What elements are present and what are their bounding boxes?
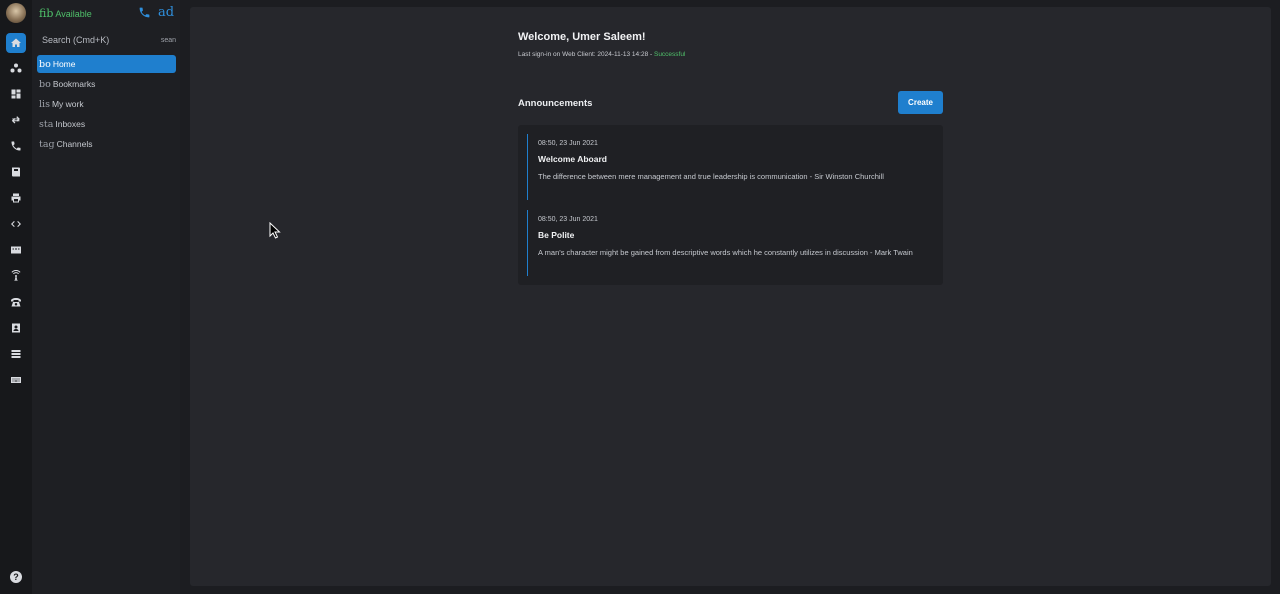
nav-item-label: Bookmarks <box>52 79 96 89</box>
storage-icon[interactable] <box>6 344 26 364</box>
nav-item-label: My work <box>51 99 84 109</box>
announcement-body: A man's character might be gained from d… <box>538 248 913 257</box>
signin-text: Last sign-in on Web Client: 2024-11-13 1… <box>518 51 654 58</box>
call-log-icon[interactable] <box>6 136 26 156</box>
code-icon[interactable] <box>6 214 26 234</box>
announcement-title: Be Polite <box>538 230 575 240</box>
ad-icon[interactable]: ad <box>158 5 174 20</box>
book-icon[interactable] <box>6 162 26 182</box>
nav-item-bookmarks-icon: bo <box>39 78 51 90</box>
contacts-icon[interactable] <box>6 318 26 338</box>
transfer-icon[interactable] <box>6 110 26 130</box>
availability-status[interactable]: fib Available <box>39 7 92 20</box>
search-input[interactable]: Search (Cmd+K) sean <box>37 32 180 48</box>
help-icon[interactable]: ? <box>10 571 22 583</box>
telephone-icon[interactable] <box>6 292 26 312</box>
nav-item-label: Inboxes <box>55 119 86 129</box>
announcement-date: 08:50, 23 Jun 2021 <box>538 140 598 147</box>
nav-item-inboxes[interactable]: sta Inboxes <box>37 115 176 133</box>
cursor-icon <box>269 222 281 239</box>
announcement-body: The difference between mere management a… <box>538 172 884 181</box>
main-content: Welcome, Umer Saleem! Last sign-in on We… <box>190 7 1271 586</box>
home-icon[interactable] <box>6 33 26 53</box>
nav-list: bo Home bo Bookmarks lis My work sta Inb… <box>37 55 176 155</box>
search-icon: sean <box>160 36 176 44</box>
nav-item-inboxes-icon: sta <box>39 118 54 130</box>
search-placeholder: Search (Cmd+K) <box>42 35 110 45</box>
signin-status: Successful <box>653 51 686 58</box>
nav-item-my-work-icon: lis <box>39 98 50 110</box>
icon-rail: ? <box>0 0 32 594</box>
dialpad-icon[interactable] <box>6 370 26 390</box>
nav-item-my-work[interactable]: lis My work <box>37 95 176 113</box>
create-button[interactable]: Create <box>898 91 943 114</box>
page-title: Welcome, Umer Saleem! <box>518 31 646 43</box>
nav-item-home[interactable]: bo Home <box>37 55 176 73</box>
dashboard-icon[interactable] <box>6 84 26 104</box>
announcement-item[interactable]: 08:50, 23 Jun 2021 Welcome Aboard The di… <box>527 134 937 200</box>
last-signin: Last sign-in on Web Client: 2024-11-13 1… <box>518 51 685 58</box>
phone-icon[interactable] <box>138 6 152 20</box>
status-icon: fib <box>39 7 54 20</box>
print-icon[interactable] <box>6 188 26 208</box>
announcements-heading: Announcements <box>518 98 593 109</box>
avatar[interactable] <box>6 3 26 23</box>
announcements-list: 08:50, 23 Jun 2021 Welcome Aboard The di… <box>518 125 943 285</box>
nav-item-label: Home <box>52 59 76 69</box>
nav-item-bookmarks[interactable]: bo Bookmarks <box>37 75 176 93</box>
sms-icon[interactable] <box>6 240 26 260</box>
nav-item-channels[interactable]: tag Channels <box>37 135 176 153</box>
nav-item-label: Channels <box>56 139 93 149</box>
people-icon[interactable] <box>6 58 26 78</box>
announcement-item[interactable]: 08:50, 23 Jun 2021 Be Polite A man's cha… <box>527 210 937 276</box>
nav-item-home-icon: bo <box>39 58 51 70</box>
announcement-title: Welcome Aboard <box>538 154 607 164</box>
announcement-date: 08:50, 23 Jun 2021 <box>538 216 598 223</box>
side-panel: fib Available ad Search (Cmd+K) sean bo … <box>32 0 180 594</box>
status-label: Available <box>55 8 92 19</box>
broadcast-icon[interactable] <box>6 266 26 286</box>
nav-item-channels-icon: tag <box>39 138 55 150</box>
